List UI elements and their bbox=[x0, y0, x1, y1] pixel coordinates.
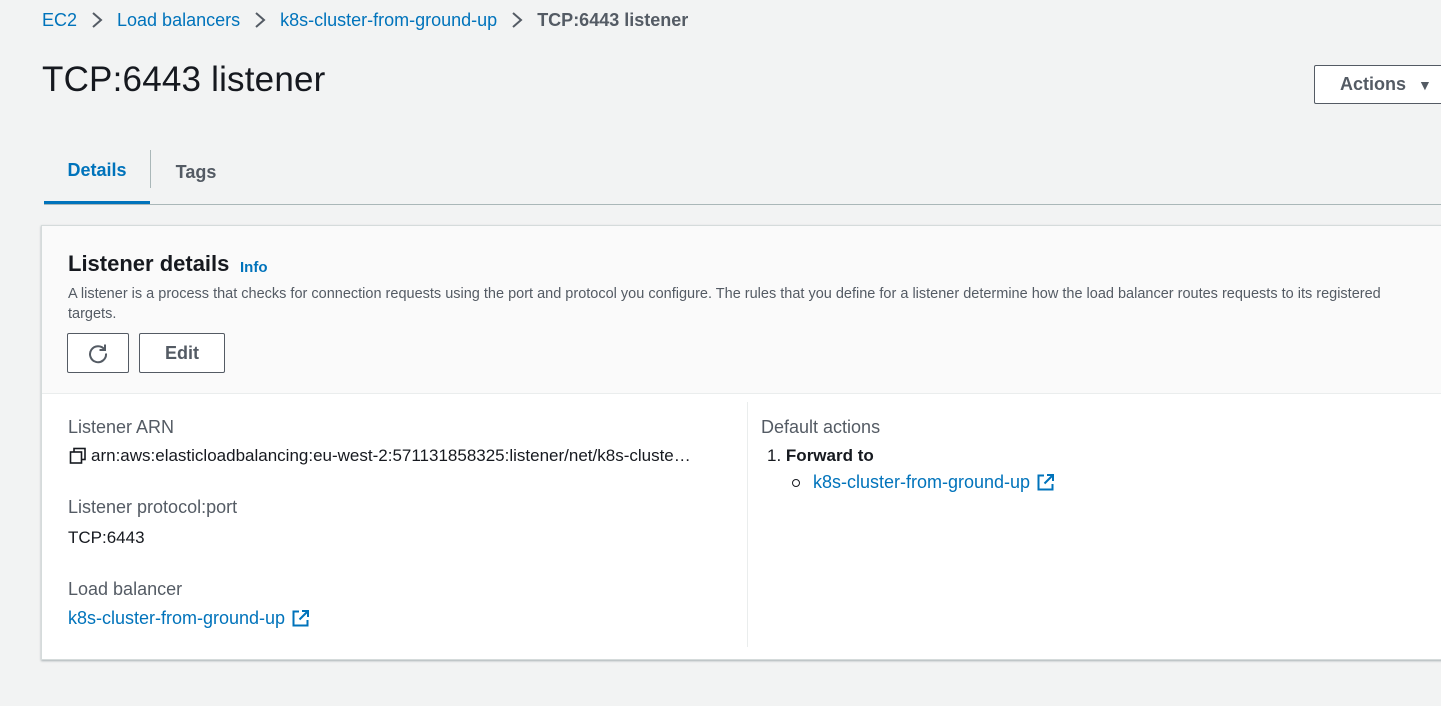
default-actions-list: 1. Forward to k8s-cluster-from-ground-up bbox=[767, 446, 1055, 493]
load-balancer-label: Load balancer bbox=[68, 579, 183, 599]
caret-down-icon: ▼ bbox=[1418, 76, 1432, 93]
list-item: k8s-cluster-from-ground-up bbox=[792, 472, 1055, 493]
chevron-right-icon bbox=[497, 12, 537, 28]
panel-header: Listener details Info A listener is a pr… bbox=[42, 226, 1441, 394]
page-title: TCP:6443 listener bbox=[42, 60, 326, 99]
actions-button[interactable]: Actions ▼ bbox=[1314, 65, 1441, 104]
refresh-icon bbox=[89, 344, 108, 364]
edit-button[interactable]: Edit bbox=[139, 333, 225, 373]
panel-description: A listener is a process that checks for … bbox=[68, 286, 1381, 322]
listener-arn-value: arn:aws:elasticloadbalancing:eu-west-2:5… bbox=[91, 446, 691, 465]
external-link-icon bbox=[292, 610, 310, 627]
listener-details-panel: Listener details Info A listener is a pr… bbox=[41, 225, 1441, 660]
listener-protocol-value: TCP:6443 bbox=[68, 528, 145, 547]
refresh-button[interactable] bbox=[67, 333, 129, 373]
panel-body: Listener ARN arn:aws:elasticloadbalancin… bbox=[42, 394, 1441, 660]
action-number: 1. bbox=[767, 446, 782, 465]
listener-arn-label: Listener ARN bbox=[68, 417, 175, 437]
info-link[interactable]: Info bbox=[240, 259, 268, 276]
default-actions-label: Default actions bbox=[761, 417, 881, 437]
external-link-icon bbox=[1037, 474, 1055, 491]
bullet-icon bbox=[792, 478, 800, 487]
action-title: Forward to bbox=[785, 446, 874, 465]
list-item: 1. Forward to bbox=[767, 446, 1055, 466]
chevron-right-icon bbox=[77, 12, 117, 28]
actions-button-label: Actions bbox=[1340, 74, 1407, 94]
tab-details[interactable]: Details bbox=[44, 140, 150, 204]
breadcrumb-ec2[interactable]: EC2 bbox=[42, 10, 77, 31]
breadcrumb-load-balancer-name[interactable]: k8s-cluster-from-ground-up bbox=[280, 10, 497, 31]
tab-tags[interactable]: Tags bbox=[151, 140, 241, 204]
chevron-right-icon bbox=[240, 12, 280, 28]
breadcrumb-load-balancers[interactable]: Load balancers bbox=[117, 10, 240, 31]
copy-icon[interactable] bbox=[68, 446, 88, 466]
tab-bar: Details Tags bbox=[44, 140, 1441, 205]
panel-title: Listener details bbox=[68, 251, 230, 276]
column-divider bbox=[747, 402, 748, 647]
breadcrumb-current: TCP:6443 listener bbox=[537, 9, 689, 30]
breadcrumb: EC2 Load balancers k8s-cluster-from-grou… bbox=[42, 9, 688, 31]
target-group-link-text: k8s-cluster-from-ground-up bbox=[813, 472, 1031, 492]
load-balancer-link-text: k8s-cluster-from-ground-up bbox=[68, 608, 286, 628]
listener-arn-row: arn:aws:elasticloadbalancing:eu-west-2:5… bbox=[68, 446, 736, 466]
load-balancer-link[interactable]: k8s-cluster-from-ground-up bbox=[68, 608, 310, 629]
target-group-link[interactable]: k8s-cluster-from-ground-up bbox=[813, 472, 1055, 493]
listener-protocol-label: Listener protocol:port bbox=[68, 497, 238, 517]
